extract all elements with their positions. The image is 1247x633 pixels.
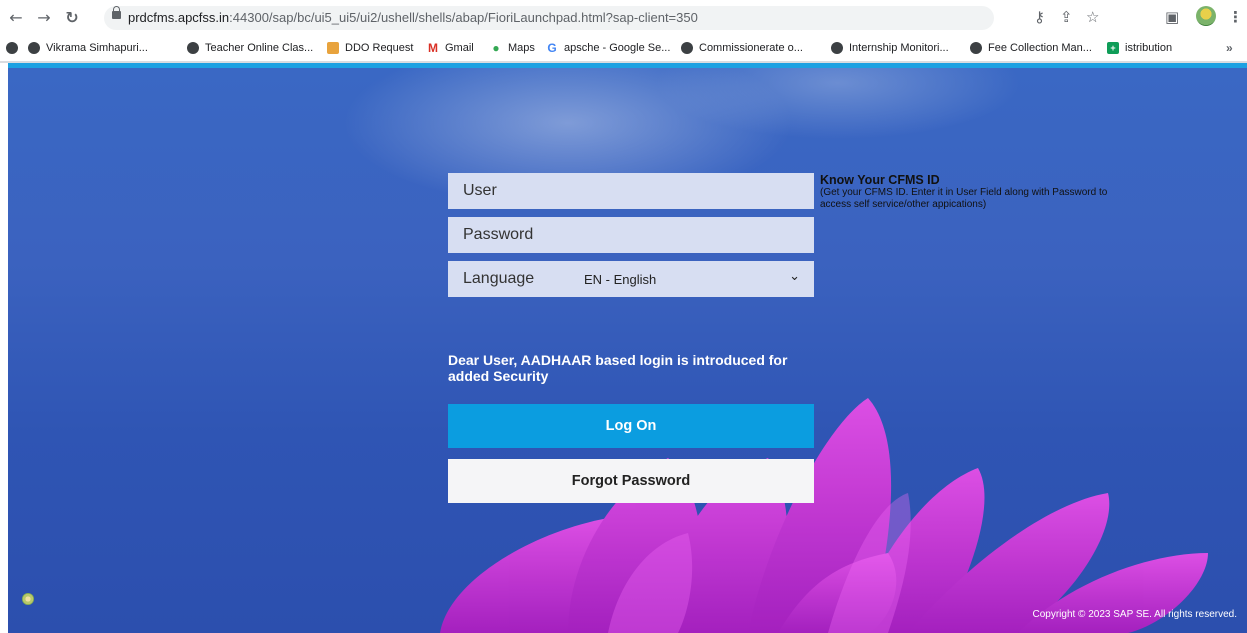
- flower-background-image: [440, 398, 1208, 633]
- globe-icon: [6, 42, 18, 54]
- bookmark-1[interactable]: Vikrama Simhapuri...: [28, 40, 148, 56]
- chevron-down-icon[interactable]: ⌄: [789, 269, 800, 284]
- forgot-password-button[interactable]: Forgot Password: [448, 459, 814, 503]
- bookmark-8[interactable]: Internship Monitori...: [831, 40, 949, 56]
- language-label: Language: [463, 270, 535, 287]
- bookmark-label: Commissionerate o...: [699, 42, 803, 54]
- share-icon[interactable]: ⇪: [1060, 8, 1073, 26]
- language-value[interactable]: EN - English: [584, 272, 656, 287]
- bookmark-label: Gmail: [445, 42, 474, 54]
- bookmark-5[interactable]: ● Maps: [490, 40, 535, 56]
- password-input[interactable]: [463, 226, 783, 244]
- star-icon[interactable]: ☆: [1086, 8, 1099, 26]
- globe-icon: [970, 42, 982, 54]
- forward-icon[interactable]: →: [34, 7, 54, 27]
- bookmark-label: Fee Collection Man...: [988, 42, 1092, 54]
- key-icon[interactable]: ⚷: [1034, 8, 1045, 26]
- gmail-icon: M: [428, 41, 438, 55]
- sheets-icon: +: [1107, 42, 1119, 54]
- copyright-text: Copyright © 2023 SAP SE. All rights rese…: [1032, 609, 1237, 620]
- globe-icon: [187, 42, 199, 54]
- bookmarks-bar: Vikrama Simhapuri... Teacher Online Clas…: [0, 35, 1247, 61]
- reload-icon[interactable]: ↻: [62, 7, 82, 27]
- bookmark-9[interactable]: Fee Collection Man...: [970, 40, 1092, 56]
- login-page: Language EN - English ⌄ Know Your CFMS I…: [8, 63, 1247, 633]
- globe-icon: [28, 42, 40, 54]
- know-cfms-id-title[interactable]: Know Your CFMS ID: [820, 173, 1110, 187]
- browser-toolbar: ← → ↻ prdcfms.apcfss.in:44300/sap/bc/ui5…: [0, 0, 1247, 35]
- logo-icon: [22, 593, 34, 605]
- bookmark-4[interactable]: M Gmail: [427, 40, 474, 56]
- bookmark-6[interactable]: G apsche - Google Se...: [546, 40, 670, 56]
- bookmark-label: istribution: [1125, 42, 1173, 54]
- user-input[interactable]: [463, 182, 783, 200]
- bookmark-10[interactable]: + istribution: [1107, 40, 1172, 56]
- maps-icon: ●: [492, 41, 500, 55]
- back-icon[interactable]: ←: [6, 7, 26, 27]
- bookmark-label: DDO Request: [345, 42, 414, 54]
- know-cfms-id-description: (Get your CFMS ID. Enter it in User Fiel…: [820, 187, 1108, 210]
- globe-icon: [831, 42, 843, 54]
- bookmark-7[interactable]: Commissionerate o...: [681, 40, 803, 56]
- bookmark-2[interactable]: Teacher Online Clas...: [187, 40, 313, 56]
- bookmark-label: Vikrama Simhapuri...: [46, 42, 148, 54]
- google-icon: G: [547, 41, 557, 55]
- bookmark-label: Maps: [508, 42, 535, 54]
- aadhaar-notice: Dear User, AADHAAR based login is introd…: [448, 352, 788, 384]
- language-select[interactable]: Language EN - English ⌄: [448, 261, 814, 297]
- menu-icon[interactable]: ⋮: [1228, 8, 1243, 26]
- side-panel-icon[interactable]: ▣: [1165, 8, 1179, 26]
- know-cfms-id-panel: Know Your CFMS ID (Get your CFMS ID. Ent…: [820, 173, 1110, 210]
- bookmark-label: Teacher Online Clas...: [205, 42, 314, 54]
- bookmark-label: apsche - Google Se...: [564, 42, 671, 54]
- password-field[interactable]: [448, 217, 814, 253]
- bookmark-label: Internship Monitori...: [849, 42, 949, 54]
- bookmarks-overflow-icon[interactable]: »: [1226, 41, 1233, 55]
- url-host: prdcfms.apcfss.in: [128, 10, 230, 25]
- globe-icon: [681, 42, 693, 54]
- lock-icon[interactable]: [112, 6, 121, 19]
- log-on-button[interactable]: Log On: [448, 404, 814, 448]
- user-field[interactable]: [448, 173, 814, 209]
- url-path: :44300/sap/bc/ui5_ui5/ui2/ushell/shells/…: [229, 10, 698, 25]
- url-text[interactable]: prdcfms.apcfss.in:44300/sap/bc/ui5_ui5/u…: [128, 10, 698, 25]
- bookmark-0[interactable]: [6, 40, 24, 56]
- bookmark-3[interactable]: DDO Request: [327, 40, 413, 56]
- profile-avatar[interactable]: [1196, 6, 1216, 26]
- ddo-icon: [327, 42, 339, 54]
